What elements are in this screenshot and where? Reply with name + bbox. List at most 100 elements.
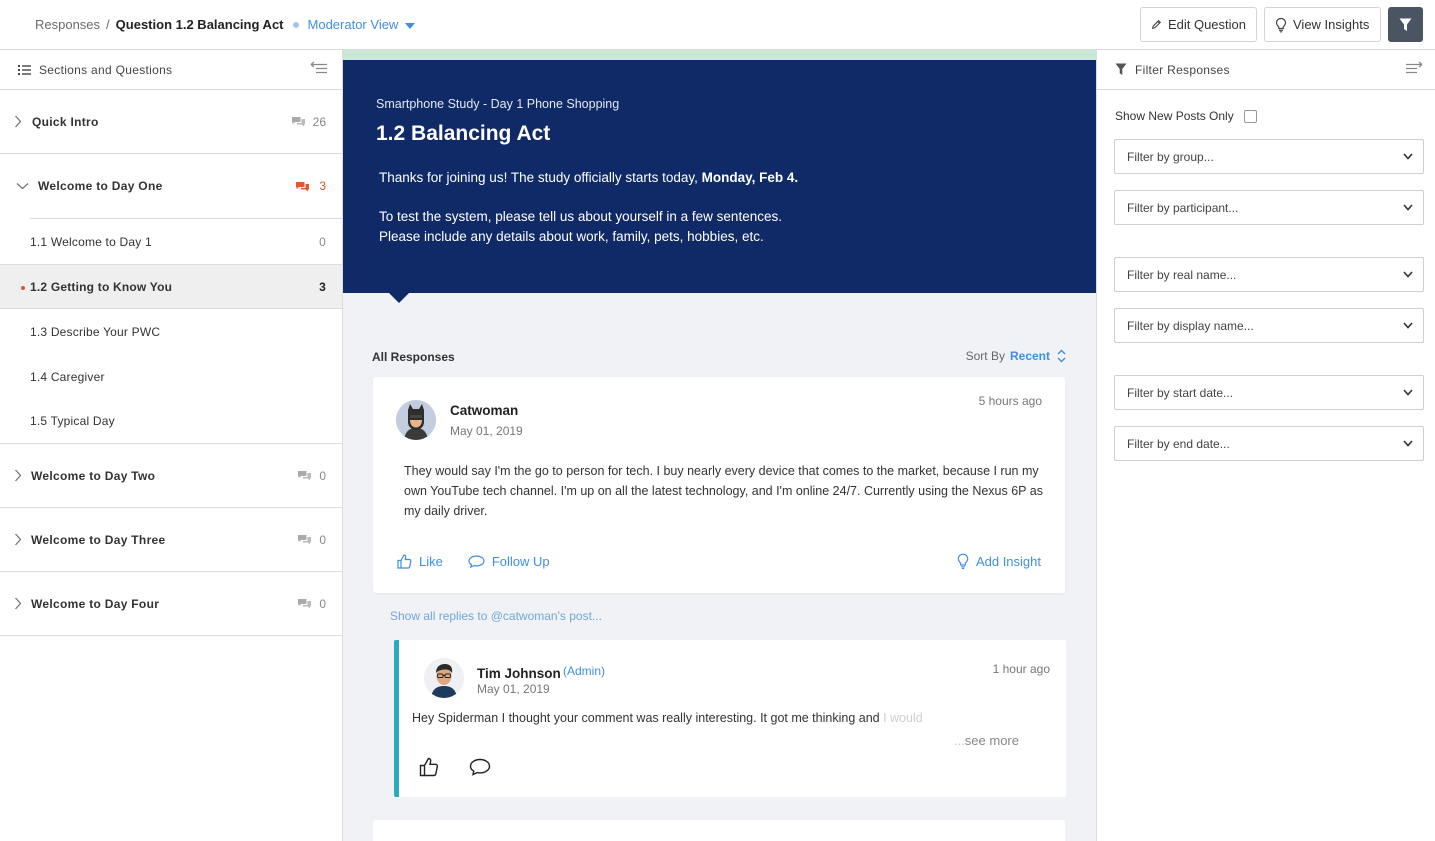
filter-panel: Filter Responses Show New Posts Only Fil… xyxy=(1096,50,1435,841)
chevron-down-icon xyxy=(1403,271,1413,278)
reply-body: Hey Spiderman I thought your comment was… xyxy=(412,711,923,725)
breadcrumb: Responses / Question 1.2 Balancing Act M… xyxy=(35,17,416,32)
view-dropdown-label: Moderator View xyxy=(307,17,399,32)
select-value: Filter by group... xyxy=(1127,149,1214,164)
question-1-2[interactable]: 1.2 Getting to Know You 3 xyxy=(0,264,342,309)
section-day-one[interactable]: Welcome to Day One 3 xyxy=(0,154,342,218)
collapse-panel-icon[interactable] xyxy=(1405,61,1423,75)
follow-up-button[interactable]: Follow Up xyxy=(468,554,550,569)
section-label: Quick Intro xyxy=(32,114,99,129)
question-1-5[interactable]: 1.5 Typical Day xyxy=(0,399,342,444)
instruction-line: Please include any details about work, f… xyxy=(379,229,764,244)
sidebar-title: Sections and Questions xyxy=(39,62,173,77)
section-count-value: 0 xyxy=(319,596,326,611)
section-day-four[interactable]: Welcome to Day Four 0 xyxy=(0,572,342,636)
pencil-icon xyxy=(1151,19,1162,29)
chevron-down-icon xyxy=(16,183,29,190)
filter-group-select[interactable]: Filter by group... xyxy=(1114,139,1424,174)
filter-title: Filter Responses xyxy=(1135,62,1230,77)
thumbs-up-icon[interactable] xyxy=(419,757,439,777)
instruction-line: To test the system, please tell us about… xyxy=(379,209,782,224)
add-insight-label: Add Insight xyxy=(975,554,1041,569)
breadcrumb-current: Question 1.2 Balancing Act xyxy=(115,17,284,32)
breadcrumb-responses[interactable]: Responses xyxy=(35,17,100,32)
filter-end-date-select[interactable]: Filter by end date... xyxy=(1114,426,1424,461)
section-count-value: 26 xyxy=(312,114,326,129)
chevron-right-icon xyxy=(15,115,22,128)
section-count-value: 3 xyxy=(319,179,326,193)
intro-date: Monday, Feb 4. xyxy=(701,170,799,185)
responses-heading: All Responses xyxy=(372,350,455,364)
thumbs-up-icon xyxy=(397,554,412,569)
question-1-4[interactable]: 1.4 Caregiver xyxy=(0,354,342,399)
view-insights-button[interactable]: View Insights xyxy=(1264,7,1381,42)
like-button[interactable]: Like xyxy=(397,554,443,569)
responses-panel: Smartphone Study - Day 1 Phone Shopping … xyxy=(343,50,1096,841)
sections-sidebar: Sections and Questions Quick Intro 26 We… xyxy=(0,50,343,841)
breadcrumb-dot xyxy=(292,21,299,28)
intro-text: Thanks for joining us! The study officia… xyxy=(379,170,702,185)
speech-bubble-icon xyxy=(468,555,485,568)
filter-toggle-button[interactable] xyxy=(1388,7,1423,42)
select-value: Filter by display name... xyxy=(1127,318,1254,333)
chevron-down-icon xyxy=(1403,322,1413,329)
section-count-value: 0 xyxy=(319,532,326,547)
see-more-link[interactable]: ...see more xyxy=(954,733,1019,748)
top-bar: Responses / Question 1.2 Balancing Act M… xyxy=(0,0,1435,50)
new-indicator xyxy=(21,286,25,290)
comments-icon xyxy=(298,599,312,609)
section-label: Welcome to Day Four xyxy=(31,596,160,611)
add-insight-button[interactable]: Add Insight xyxy=(957,553,1041,570)
question-1-1[interactable]: 1.1 Welcome to Day 1 0 xyxy=(0,219,342,264)
study-name: Smartphone Study - Day 1 Phone Shopping xyxy=(376,97,620,111)
section-quick-intro[interactable]: Quick Intro 26 xyxy=(0,90,342,154)
chevron-down-icon xyxy=(1403,204,1413,211)
chevron-right-icon xyxy=(15,469,22,482)
comment-icon[interactable] xyxy=(469,758,491,776)
tim-johnson-avatar-icon xyxy=(424,658,464,698)
sidebar-header: Sections and Questions xyxy=(0,50,342,90)
lightbulb-icon xyxy=(957,553,969,570)
section-day-two[interactable]: Welcome to Day Two 0 xyxy=(0,444,342,508)
view-dropdown[interactable]: Moderator View xyxy=(308,17,416,32)
lightbulb-icon xyxy=(1275,17,1287,32)
section-count-value: 0 xyxy=(319,468,326,483)
filter-participant-select[interactable]: Filter by participant... xyxy=(1114,190,1424,225)
sort-control[interactable]: Sort By Recent xyxy=(966,349,1066,363)
author-role: (Admin) xyxy=(563,664,606,678)
collapse-sidebar-icon[interactable] xyxy=(310,61,328,75)
ellipsis: ... xyxy=(953,733,965,748)
comments-icon xyxy=(298,535,312,545)
show-replies-link[interactable]: Show all replies to @catwoman's post... xyxy=(390,609,602,623)
chevron-right-icon xyxy=(15,533,22,546)
avatar xyxy=(424,658,464,698)
list-icon xyxy=(18,64,31,75)
section-label: Welcome to Day Three xyxy=(31,532,166,547)
filter-icon xyxy=(1399,18,1412,31)
reply-text: Hey Spiderman I thought your comment was… xyxy=(412,711,884,725)
question-1-3[interactable]: 1.3 Describe Your PWC xyxy=(0,309,342,354)
new-posts-checkbox[interactable] xyxy=(1243,109,1257,123)
comments-icon xyxy=(298,471,312,481)
breadcrumb-separator: / xyxy=(106,17,110,32)
caret-down-icon xyxy=(405,22,416,29)
question-label: 1.5 Typical Day xyxy=(30,414,115,428)
select-value: Filter by real name... xyxy=(1127,267,1237,282)
view-insights-label: View Insights xyxy=(1293,17,1370,32)
post-body: They would say I'm the go to person for … xyxy=(404,464,1043,518)
question-label: 1.1 Welcome to Day 1 xyxy=(30,234,152,249)
question-count: 0 xyxy=(319,234,326,249)
filter-real-name-select[interactable]: Filter by real name... xyxy=(1114,257,1424,292)
filter-start-date-select[interactable]: Filter by start date... xyxy=(1114,375,1424,410)
question-title: 1.2 Balancing Act xyxy=(376,122,551,145)
author-name[interactable]: Catwoman xyxy=(450,403,518,418)
filter-display-name-select[interactable]: Filter by display name... xyxy=(1114,308,1424,343)
reply-age: 1 hour ago xyxy=(992,662,1050,676)
new-posts-label: Show New Posts Only xyxy=(1115,109,1234,123)
sort-label: Sort By xyxy=(965,349,1005,363)
section-day-three[interactable]: Welcome to Day Three 0 xyxy=(0,508,342,572)
author-name[interactable]: Tim Johnson xyxy=(477,666,561,681)
edit-question-button[interactable]: Edit Question xyxy=(1140,7,1257,42)
section-count: 0 xyxy=(297,597,326,611)
section-count: 3 xyxy=(295,179,326,193)
